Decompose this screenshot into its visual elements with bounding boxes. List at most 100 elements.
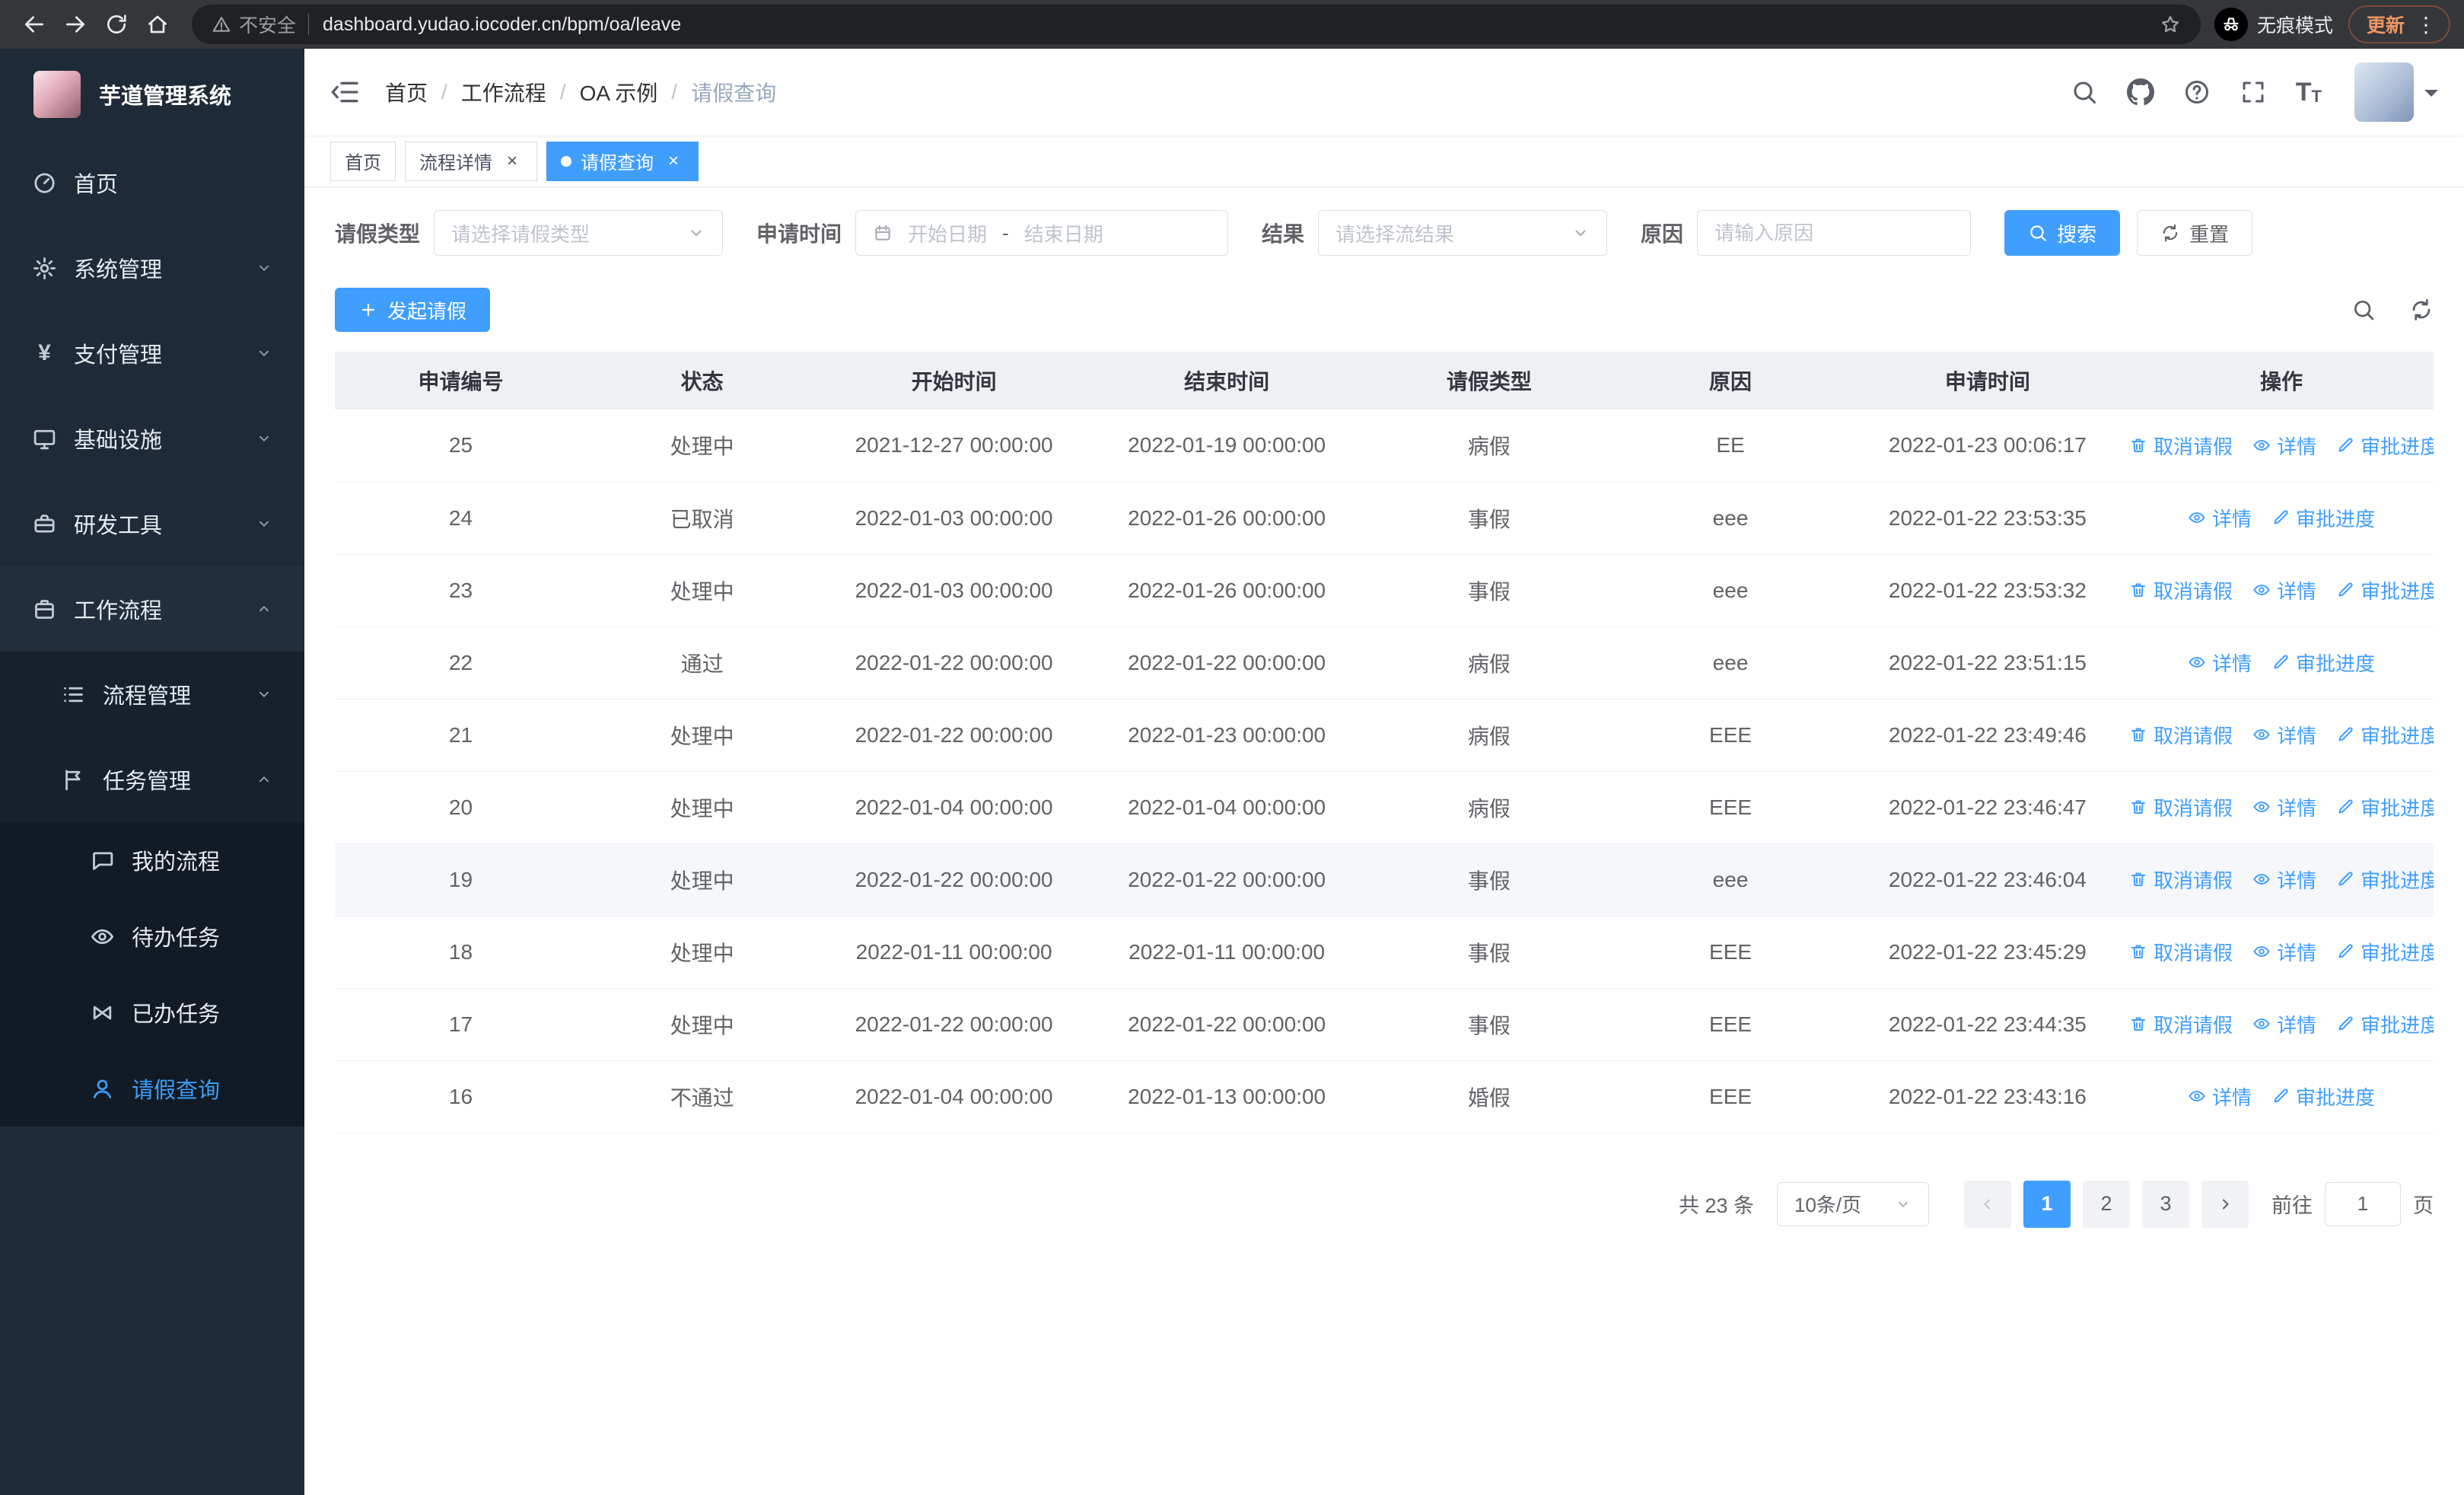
header-application-id: 申请编号 (335, 352, 587, 410)
refresh-table-icon[interactable] (2409, 298, 2434, 322)
start-date-placeholder: 开始日期 (908, 222, 988, 246)
cancel-leave-link[interactable]: 取消请假 (2129, 576, 2233, 604)
sidebar-item-devtools[interactable]: 研发工具 (0, 481, 304, 566)
sidebar-item-label: 任务管理 (103, 770, 192, 794)
page-size-select[interactable]: 10条/页 (1777, 1181, 1929, 1226)
browser-home-button[interactable] (137, 4, 178, 45)
chevron-up-icon (256, 771, 272, 788)
detail-link[interactable]: 详情 (2252, 938, 2316, 966)
end-time-cell: 2022-01-26 00:00:00 (1090, 482, 1364, 555)
sidebar-item-home[interactable]: 首页 (0, 140, 304, 225)
chevron-down-icon (256, 345, 272, 362)
sidebar-item-workflow[interactable]: 工作流程 (0, 566, 304, 652)
leave-type-cell: 病假 (1363, 410, 1616, 483)
leave-type-select[interactable]: 请选择请假类型 (434, 210, 724, 256)
reason-input[interactable] (1697, 210, 1972, 256)
detail-link[interactable]: 详情 (2252, 576, 2316, 604)
cancel-leave-link[interactable]: 取消请假 (2129, 721, 2233, 749)
end-time-cell: 2022-01-26 00:00:00 (1090, 554, 1364, 627)
pen-icon (2271, 653, 2290, 671)
cancel-leave-link[interactable]: 取消请假 (2129, 432, 2233, 460)
date-range-picker[interactable]: 开始日期 - 结束日期 (855, 210, 1229, 256)
font-size-button[interactable]: TT (2296, 79, 2322, 105)
header-search-button[interactable] (2071, 78, 2098, 106)
breadcrumb-oa-example[interactable]: OA 示例 (580, 77, 658, 107)
trash-icon (2129, 942, 2147, 961)
browser-update-button[interactable]: 更新 ⋮ (2348, 5, 2450, 43)
browser-forward-button[interactable] (55, 4, 96, 45)
start-time-cell: 2022-01-22 00:00:00 (817, 699, 1090, 772)
search-button[interactable]: 搜索 (2004, 210, 2121, 256)
approval-progress-link[interactable]: 审批进度 (2336, 865, 2434, 894)
cancel-leave-link[interactable]: 取消请假 (2129, 1010, 2233, 1038)
approval-progress-link[interactable]: 审批进度 (2336, 1010, 2434, 1038)
bookmark-star-icon[interactable] (2160, 14, 2181, 35)
active-dot (561, 155, 571, 167)
sidebar-item-todo-tasks[interactable]: 待办任务 (0, 898, 304, 974)
help-button[interactable] (2183, 78, 2211, 106)
table-row: 20 处理中 2022-01-04 00:00:00 2022-01-04 00:00… (335, 771, 2434, 844)
sidebar-item-task-management[interactable]: 任务管理 (0, 737, 304, 822)
approval-progress-link[interactable]: 审批进度 (2336, 938, 2434, 966)
browser-back-button[interactable] (14, 4, 55, 45)
end-time-cell: 2022-01-23 00:00:00 (1090, 699, 1364, 772)
close-icon[interactable]: × (663, 151, 684, 172)
cancel-leave-link[interactable]: 取消请假 (2129, 793, 2233, 821)
detail-link[interactable]: 详情 (2252, 432, 2316, 460)
breadcrumb-workflow[interactable]: 工作流程 (461, 77, 546, 107)
sidebar-item-process-management[interactable]: 流程管理 (0, 652, 304, 737)
goto-page-input[interactable] (2325, 1181, 2401, 1226)
tag-home[interactable]: 首页 (330, 141, 396, 181)
sidebar-item-leave-query[interactable]: 请假查询 (0, 1050, 304, 1127)
reason-cell: EEE (1615, 1060, 1846, 1133)
approval-progress-link[interactable]: 审批进度 (2336, 721, 2434, 749)
app-logo[interactable]: 芋道管理系统 (0, 49, 304, 140)
approval-progress-link[interactable]: 审批进度 (2336, 432, 2434, 460)
user-menu[interactable] (2354, 62, 2438, 122)
breadcrumb-home[interactable]: 首页 (385, 77, 428, 107)
approval-progress-link[interactable]: 审批进度 (2271, 504, 2375, 532)
close-icon[interactable]: × (501, 151, 523, 172)
tag-process-detail[interactable]: 流程详情 × (405, 141, 537, 181)
approval-progress-link[interactable]: 审批进度 (2336, 793, 2434, 821)
row-actions: 详情 审批进度 (2129, 626, 2434, 700)
sidebar-item-infrastructure[interactable]: 基础设施 (0, 396, 304, 481)
detail-link[interactable]: 详情 (2252, 865, 2316, 894)
prev-page-button[interactable] (1964, 1180, 2011, 1228)
sidebar-item-done-tasks[interactable]: 已办任务 (0, 974, 304, 1050)
page-button-1[interactable]: 1 (2023, 1180, 2071, 1228)
sidebar-item-my-process[interactable]: 我的流程 (0, 822, 304, 898)
table-row: 25 处理中 2021-12-27 00:00:00 2022-01-19 00:00… (335, 410, 2434, 483)
eye-icon (2252, 870, 2271, 888)
detail-link[interactable]: 详情 (2188, 1082, 2252, 1111)
browser-reload-button[interactable] (96, 4, 137, 45)
page-button-3[interactable]: 3 (2142, 1180, 2189, 1228)
create-leave-button[interactable]: 发起请假 (335, 288, 491, 332)
tag-leave-query[interactable]: 请假查询 × (546, 141, 699, 181)
select-placeholder: 请选择流结果 (1335, 222, 1455, 246)
approval-progress-link[interactable]: 审批进度 (2271, 1082, 2375, 1111)
detail-link[interactable]: 详情 (2188, 649, 2252, 677)
detail-link[interactable]: 详情 (2252, 793, 2316, 821)
cancel-leave-link[interactable]: 取消请假 (2129, 865, 2233, 894)
approval-progress-link[interactable]: 审批进度 (2336, 576, 2434, 604)
next-page-button[interactable] (2201, 1180, 2249, 1228)
result-select[interactable]: 请选择流结果 (1318, 210, 1608, 256)
detail-link[interactable]: 详情 (2252, 721, 2316, 749)
sidebar-toggle-button[interactable] (330, 77, 361, 107)
total-count-label: 共 23 条 (1678, 1194, 1754, 1217)
sidebar-item-system[interactable]: 系统管理 (0, 225, 304, 311)
detail-link[interactable]: 详情 (2252, 1010, 2316, 1038)
detail-link[interactable]: 详情 (2188, 504, 2252, 532)
fullscreen-button[interactable] (2240, 78, 2267, 106)
reset-button[interactable]: 重置 (2137, 210, 2253, 256)
page-button-2[interactable]: 2 (2083, 1180, 2130, 1228)
chat-bubble-icon (90, 848, 115, 873)
toggle-search-icon[interactable] (2351, 298, 2376, 322)
approval-progress-link[interactable]: 审批进度 (2271, 649, 2375, 677)
browser-address-bar[interactable]: 不安全 dashboard.yudao.iocoder.cn/bpm/oa/le… (192, 5, 2201, 44)
cancel-leave-link[interactable]: 取消请假 (2129, 938, 2233, 966)
sidebar-item-payment[interactable]: ¥ 支付管理 (0, 311, 304, 396)
browser-menu-icon[interactable]: ⋮ (2415, 12, 2437, 37)
github-link[interactable] (2126, 78, 2154, 106)
